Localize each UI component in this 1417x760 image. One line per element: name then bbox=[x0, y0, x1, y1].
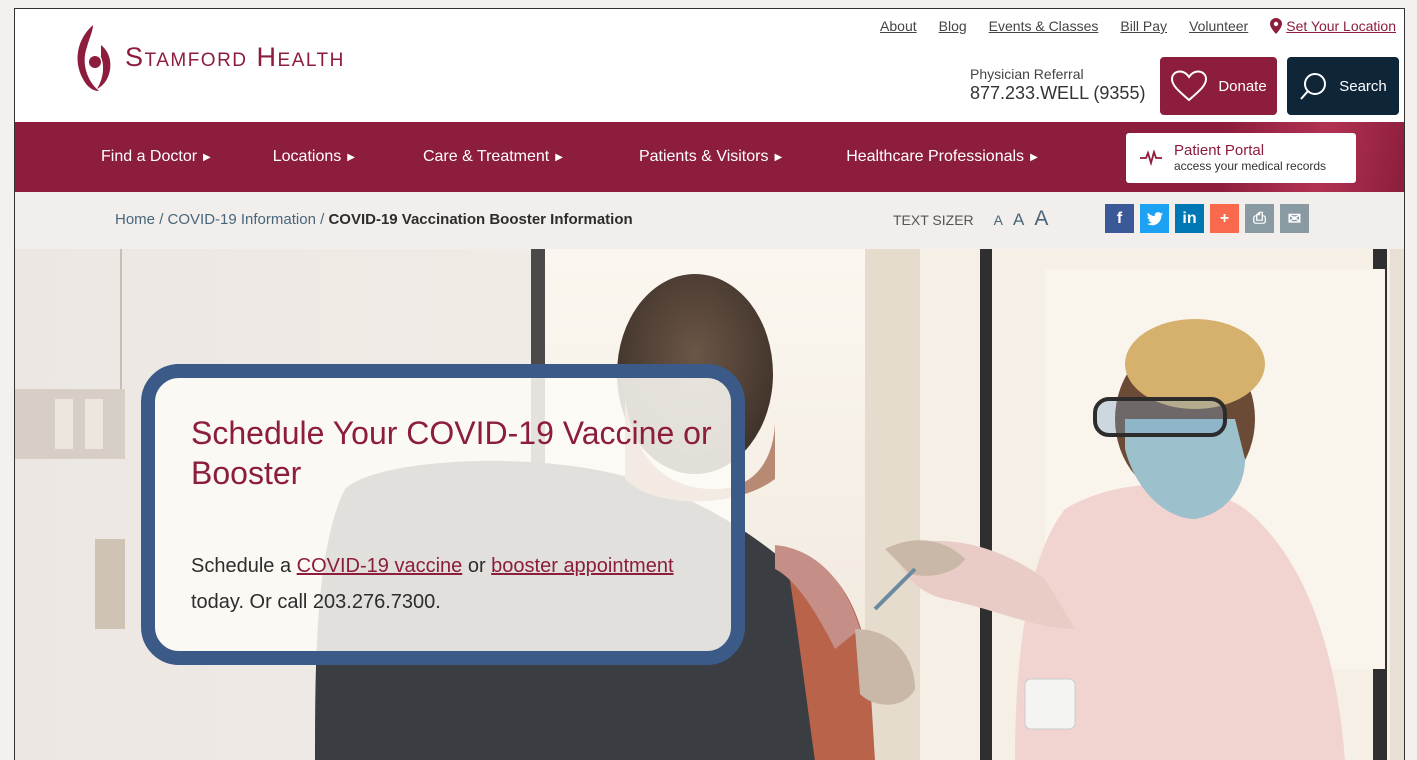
facebook-icon[interactable]: f bbox=[1105, 204, 1134, 233]
hero-text-middle: or bbox=[462, 555, 492, 577]
share-buttons: f in + ⎙ ✉ bbox=[1105, 204, 1309, 233]
referral-phone: 877.233.WELL (9355) bbox=[970, 82, 1146, 103]
stamford-health-logo-icon bbox=[77, 25, 111, 91]
breadcrumb-home[interactable]: Home bbox=[115, 211, 155, 228]
twitter-icon[interactable] bbox=[1140, 204, 1169, 233]
set-location-label: Set Your Location bbox=[1286, 18, 1396, 34]
utility-link-events[interactable]: Events & Classes bbox=[989, 18, 1099, 34]
heart-icon bbox=[1171, 70, 1208, 102]
caret-right-icon: ▶ bbox=[1030, 151, 1038, 163]
text-sizer-label: TEXT SIZER bbox=[893, 212, 974, 228]
utility-link-volunteer[interactable]: Volunteer bbox=[1189, 18, 1248, 34]
addthis-icon[interactable]: + bbox=[1210, 204, 1239, 233]
hero-section: Schedule Your COVID-19 Vaccine or Booste… bbox=[15, 249, 1404, 760]
caret-right-icon: ▶ bbox=[203, 151, 211, 163]
breadcrumb-separator: / bbox=[320, 211, 325, 228]
nav-item-label: Patients & Visitors bbox=[638, 148, 769, 165]
nav-item-patients-visitors[interactable]: Patients & Visitors ▶ bbox=[639, 148, 782, 166]
patient-portal-title: Patient Portal bbox=[1174, 141, 1265, 159]
text-size-small-button[interactable]: A bbox=[994, 212, 1003, 228]
hero-text-before: Schedule a bbox=[191, 555, 297, 577]
hero-callout-card: Schedule Your COVID-19 Vaccine or Booste… bbox=[141, 364, 745, 665]
physician-referral[interactable]: Physician Referral 877.233.WELL (9355) bbox=[970, 66, 1145, 104]
search-icon bbox=[1300, 73, 1327, 100]
email-icon[interactable]: ✉ bbox=[1280, 204, 1309, 233]
logo[interactable]: Stamford Health bbox=[71, 21, 345, 93]
patient-portal-button[interactable]: Patient Portal access your medical recor… bbox=[1126, 133, 1356, 183]
breadcrumb-bar: Home / COVID-19 Information / COVID-19 V… bbox=[15, 192, 1404, 249]
booster-appointment-link[interactable]: booster appointment bbox=[491, 555, 673, 577]
map-pin-icon bbox=[1270, 18, 1283, 34]
hero-title: Schedule Your COVID-19 Vaccine or Booste… bbox=[191, 415, 712, 491]
text-sizer: TEXT SIZER A A A bbox=[893, 207, 1048, 231]
breadcrumb-current: COVID-19 Vaccination Booster Information bbox=[328, 211, 633, 228]
utility-nav: About Blog Events & Classes Bill Pay Vol… bbox=[880, 18, 1396, 34]
hero-text-after: today. Or call 203.276.7300. bbox=[191, 591, 441, 613]
print-icon[interactable]: ⎙ bbox=[1245, 204, 1274, 233]
nav-item-find-a-doctor[interactable]: Find a Doctor ▶ bbox=[101, 148, 211, 166]
nav-item-care-treatment[interactable]: Care & Treatment ▶ bbox=[423, 148, 563, 166]
main-nav: Find a Doctor ▶ Locations ▶ Care & Treatme… bbox=[15, 122, 1404, 192]
utility-link-bill-pay[interactable]: Bill Pay bbox=[1120, 18, 1167, 34]
referral-label: Physician Referral bbox=[970, 66, 1084, 82]
hero-text: Schedule a COVID-19 vaccine or booster a… bbox=[191, 548, 731, 620]
nav-item-label: Care & Treatment bbox=[422, 148, 550, 165]
breadcrumb-section[interactable]: COVID-19 Information bbox=[168, 211, 316, 228]
caret-right-icon: ▶ bbox=[555, 151, 563, 163]
heartbeat-icon bbox=[1140, 150, 1162, 166]
twitter-bird-glyph bbox=[1146, 211, 1163, 225]
donate-label: Donate bbox=[1218, 77, 1267, 95]
search-label: Search bbox=[1339, 77, 1387, 95]
utility-link-about[interactable]: About bbox=[880, 18, 917, 34]
linkedin-icon[interactable]: in bbox=[1175, 204, 1204, 233]
caret-right-icon: ▶ bbox=[347, 151, 355, 163]
patient-portal-subtitle: access your medical records bbox=[1174, 159, 1327, 174]
patient-portal-text: Patient Portal access your medical recor… bbox=[1174, 141, 1327, 174]
nav-item-locations[interactable]: Locations ▶ bbox=[273, 148, 355, 166]
text-size-large-button[interactable]: A bbox=[1034, 207, 1048, 231]
nav-item-label: Find a Doctor bbox=[101, 148, 198, 165]
search-button[interactable]: Search bbox=[1287, 57, 1399, 115]
logo-text: Stamford Health bbox=[125, 41, 345, 72]
breadcrumb: Home / COVID-19 Information / COVID-19 V… bbox=[115, 211, 633, 228]
main-nav-items: Find a Doctor ▶ Locations ▶ Care & Treatme… bbox=[101, 122, 1038, 192]
set-location-link[interactable]: Set Your Location bbox=[1270, 18, 1396, 34]
browser-page: Stamford Health About Blog Events & Clas… bbox=[14, 8, 1405, 760]
utility-link-blog[interactable]: Blog bbox=[939, 18, 967, 34]
covid-vaccine-link[interactable]: COVID-19 vaccine bbox=[297, 555, 463, 577]
caret-right-icon: ▶ bbox=[774, 151, 783, 163]
nav-item-healthcare-professionals[interactable]: Healthcare Professionals ▶ bbox=[846, 148, 1038, 166]
nav-item-label: Locations bbox=[272, 148, 342, 165]
text-size-medium-button[interactable]: A bbox=[1013, 210, 1024, 230]
donate-button[interactable]: Donate bbox=[1160, 57, 1277, 115]
breadcrumb-separator: / bbox=[159, 211, 164, 228]
nav-item-label: Healthcare Professionals bbox=[846, 148, 1025, 165]
site-header: Stamford Health About Blog Events & Clas… bbox=[15, 9, 1404, 122]
